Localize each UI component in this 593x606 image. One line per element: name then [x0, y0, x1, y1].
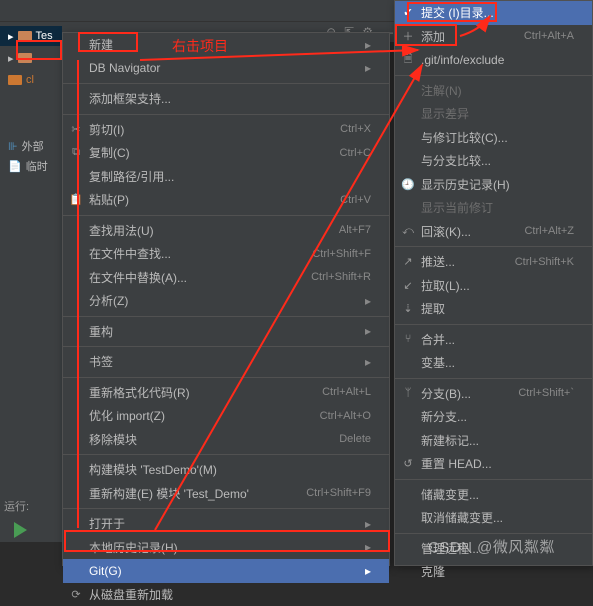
menu-add-framework[interactable]: 添加框架支持... — [63, 87, 389, 111]
git-reset-head[interactable]: ↺重置 HEAD... — [395, 452, 592, 476]
copy-icon: ⧉ — [69, 146, 83, 159]
menu-refactor[interactable]: 重构▸ — [63, 320, 389, 344]
add-icon: ＋ — [401, 28, 415, 44]
git-annotate: 注解(N) — [395, 79, 592, 103]
menu-new[interactable]: 新建▸ — [63, 33, 389, 57]
git-compare-revision[interactable]: 与修订比较(C)... — [395, 126, 592, 150]
git-branches[interactable]: ᛘ分支(B)...Ctrl+Shift+` — [395, 382, 592, 406]
git-fetch[interactable]: ⇣提取 — [395, 297, 592, 321]
menu-find-in-files[interactable]: 在文件中查找...Ctrl+Shift+F — [63, 242, 389, 266]
git-show-diff: 显示差异 — [395, 102, 592, 126]
git-new-tag[interactable]: 新建标记... — [395, 429, 592, 453]
cut-icon: ✂ — [69, 123, 83, 136]
commit-icon: ✔ — [401, 6, 415, 19]
tree-scratches[interactable]: 📄临时 — [0, 156, 62, 176]
tree-root-label: Tes — [36, 30, 53, 42]
menu-paste[interactable]: 📋粘贴(P)Ctrl+V — [63, 188, 389, 212]
menu-build-module[interactable]: 构建模块 'TestDemo'(M) — [63, 458, 389, 482]
git-rollback[interactable]: ⤺回滚(K)...Ctrl+Alt+Z — [395, 220, 592, 244]
git-push[interactable]: ↗推送...Ctrl+Shift+K — [395, 250, 592, 274]
menu-bookmarks[interactable]: 书签▸ — [63, 350, 389, 374]
git-exclude[interactable]: 🗎.git/info/exclude — [395, 48, 592, 72]
menu-cut[interactable]: ✂剪切(I)Ctrl+X — [63, 118, 389, 142]
menu-find-usages[interactable]: 查找用法(U)Alt+F7 — [63, 219, 389, 243]
menu-replace-in-files[interactable]: 在文件中替换(A)...Ctrl+Shift+R — [63, 266, 389, 290]
history-icon: 🕘 — [401, 178, 415, 191]
tree-item[interactable]: ▸ — [0, 48, 62, 68]
context-menu: 新建▸ DB Navigator▸ 添加框架支持... ✂剪切(I)Ctrl+X… — [62, 32, 390, 566]
menu-reformat[interactable]: 重新格式化代码(R)Ctrl+Alt+L — [63, 381, 389, 405]
git-pull[interactable]: ↙拉取(L)... — [395, 274, 592, 298]
git-new-branch[interactable]: 新分支... — [395, 405, 592, 429]
push-icon: ↗ — [401, 255, 415, 268]
reload-icon: ⟳ — [69, 588, 83, 601]
menu-local-history[interactable]: 本地历史记录(H)▸ — [63, 536, 389, 560]
project-tree: ▸ Tes ▸ cl ⊪外部 📄临时 — [0, 22, 62, 542]
paste-icon: 📋 — [69, 193, 83, 206]
git-rebase[interactable]: 变基... — [395, 351, 592, 375]
menu-db-navigator[interactable]: DB Navigator▸ — [63, 57, 389, 81]
tree-ext-libs[interactable]: ⊪外部 — [0, 136, 62, 156]
tree-root[interactable]: ▸ Tes — [0, 26, 62, 46]
git-unstash[interactable]: 取消储藏变更... — [395, 506, 592, 530]
git-submenu: ✔提交 (I)目录... ＋添加Ctrl+Alt+A 🗎.git/info/ex… — [394, 0, 593, 566]
run-icon[interactable] — [10, 520, 30, 540]
tree-item[interactable]: cl — [0, 70, 62, 90]
git-clone[interactable]: 克隆 — [395, 560, 592, 584]
menu-reload-from-disk[interactable]: ⟳从磁盘重新加载 — [63, 583, 389, 606]
menu-copy[interactable]: ⧉复制(C)Ctrl+C — [63, 141, 389, 165]
reset-icon: ↺ — [401, 457, 415, 470]
run-panel: 运行: — [0, 490, 40, 554]
fetch-icon: ⇣ — [401, 302, 415, 315]
menu-remove-module[interactable]: 移除模块Delete — [63, 428, 389, 452]
branch-icon: ᛘ — [401, 387, 415, 399]
menu-open-in[interactable]: 打开于▸ — [63, 512, 389, 536]
git-commit[interactable]: ✔提交 (I)目录... — [395, 1, 592, 25]
file-icon: 🗎 — [401, 50, 415, 69]
run-label: 运行: — [4, 501, 29, 513]
folder-icon — [8, 75, 22, 85]
git-compare-branch[interactable]: 与分支比较... — [395, 149, 592, 173]
menu-analyze[interactable]: 分析(Z)▸ — [63, 289, 389, 313]
menu-rebuild-module[interactable]: 重新构建(E) 模块 'Test_Demo'Ctrl+Shift+F9 — [63, 482, 389, 506]
watermark: CSDN @微风粼粼 — [428, 536, 555, 557]
git-add[interactable]: ＋添加Ctrl+Alt+A — [395, 25, 592, 49]
merge-icon: ⑂ — [401, 333, 415, 345]
git-stash[interactable]: 储藏变更... — [395, 483, 592, 507]
menu-optimize-imports[interactable]: 优化 import(Z)Ctrl+Alt+O — [63, 404, 389, 428]
pull-icon: ↙ — [401, 279, 415, 292]
folder-icon — [18, 31, 32, 41]
menu-git[interactable]: Git(G)▸ — [63, 559, 389, 583]
git-show-current-rev: 显示当前修订 — [395, 196, 592, 220]
git-merge[interactable]: ⑂合并... — [395, 328, 592, 352]
menu-copy-path[interactable]: 复制路径/引用... — [63, 165, 389, 189]
git-show-history[interactable]: 🕘显示历史记录(H) — [395, 173, 592, 197]
rollback-icon: ⤺ — [401, 225, 415, 238]
folder-icon — [18, 53, 32, 63]
